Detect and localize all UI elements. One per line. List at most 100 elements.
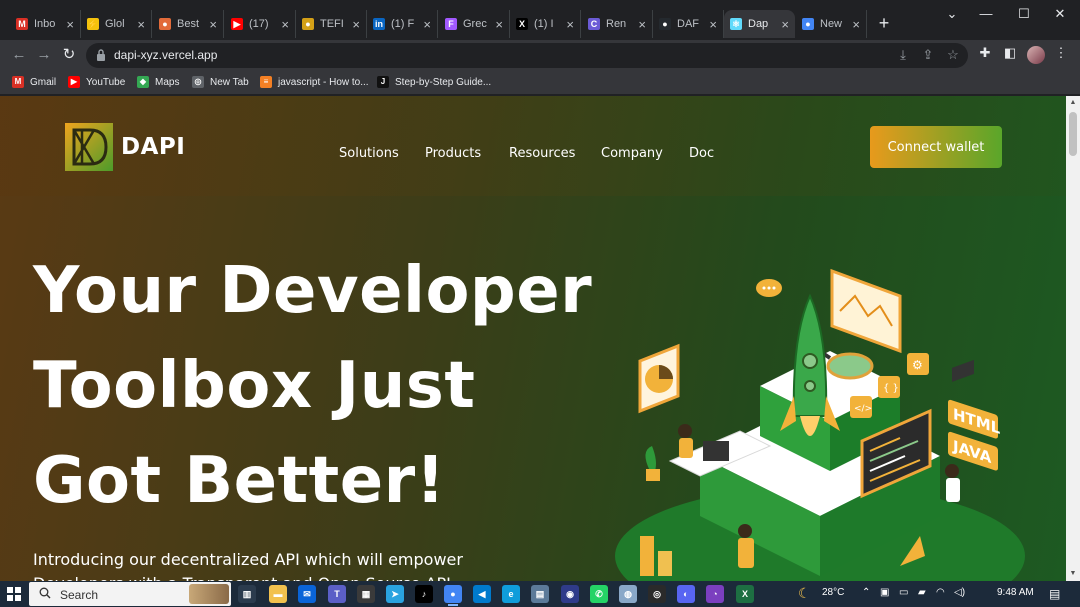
close-tab-icon[interactable]: ×	[281, 17, 289, 32]
brand-name[interactable]: DAPI	[121, 134, 185, 160]
stackoverflow-icon: ≡	[260, 76, 272, 88]
scroll-down-icon[interactable]: ▼	[1069, 570, 1077, 578]
tab-search-icon[interactable]: ⌄	[942, 6, 962, 22]
close-tab-icon[interactable]: ×	[495, 17, 503, 32]
address-bar[interactable]: dapi-xyz.vercel.app	[86, 43, 968, 68]
tab-title: Inbo	[34, 18, 56, 30]
tab-title: (1) F	[391, 18, 415, 30]
telegram-icon[interactable]: ➤	[386, 585, 404, 603]
menu-kebab-icon[interactable]: ⋮	[1052, 45, 1070, 61]
bookmark-item[interactable]: ≡ javascript - How to...	[260, 76, 369, 88]
gmail-icon: M	[12, 76, 24, 88]
new-tab-button[interactable]: +	[874, 14, 894, 34]
clock-time[interactable]: 9:48 AM	[997, 587, 1034, 598]
task-view-icon[interactable]: ▥	[238, 585, 256, 603]
edge-icon[interactable]: e	[502, 585, 520, 603]
close-tab-icon[interactable]: ×	[352, 17, 360, 32]
nav-company[interactable]: Company	[601, 146, 663, 161]
file-explorer-icon[interactable]: ▬	[269, 585, 287, 603]
close-tab-icon[interactable]: ×	[638, 17, 646, 32]
profile-avatar[interactable]	[1027, 46, 1045, 64]
extensions-icon[interactable]: ✚	[976, 45, 994, 61]
minimize-button[interactable]: —	[976, 6, 996, 21]
vertical-scrollbar[interactable]: ▲ ▼	[1066, 96, 1080, 581]
browser-tab[interactable]: ▶ (17) ×	[225, 10, 296, 38]
windows-start-icon[interactable]	[7, 587, 21, 601]
tray-flag-icon[interactable]: ▰	[918, 587, 926, 598]
windows-taskbar: Search ☾ 28°C ⌃ ▣ ▭ ▰ ◠ ◁) 9:48 AM ▤ ▥ ▬ ✉…	[0, 581, 1080, 607]
close-tab-icon[interactable]: ×	[781, 17, 789, 32]
whatsapp-icon[interactable]: ✆	[590, 585, 608, 603]
browser-tab[interactable]: C Ren ×	[582, 10, 653, 38]
tab-title: (1) I	[534, 18, 554, 30]
bookmark-label: Step-by-Step Guide...	[395, 76, 492, 88]
share-icon[interactable]: ⇪	[920, 47, 936, 63]
maximize-button[interactable]: ☐	[1014, 6, 1034, 22]
bookmark-item[interactable]: ▶ YouTube	[68, 76, 125, 88]
excel-icon[interactable]: X	[736, 585, 754, 603]
close-tab-icon[interactable]: ×	[423, 17, 431, 32]
obs-icon[interactable]: ◎	[648, 585, 666, 603]
close-tab-icon[interactable]: ×	[209, 17, 217, 32]
chrome-icon[interactable]: ●	[444, 585, 462, 606]
discord-icon[interactable]: ◐	[677, 585, 695, 603]
github-desktop-icon[interactable]: ◔	[706, 585, 724, 603]
nav-products[interactable]: Products	[425, 146, 481, 161]
weather-moon-icon[interactable]: ☾	[798, 585, 811, 602]
browser-tab[interactable]: ● New ×	[796, 10, 867, 38]
browser-tab[interactable]: X (1) I ×	[510, 10, 581, 38]
nav-solutions[interactable]: Solutions	[339, 146, 399, 161]
browser-tab[interactable]: M Inbo ×	[10, 10, 81, 38]
close-tab-icon[interactable]: ×	[137, 17, 145, 32]
scrollbar-thumb[interactable]	[1069, 112, 1077, 156]
close-tab-icon[interactable]: ×	[66, 17, 74, 32]
hero-title-line-1: Your Developer	[33, 254, 593, 328]
taskbar-search[interactable]: Search	[29, 582, 231, 606]
bookmark-item[interactable]: ◎ New Tab	[192, 76, 249, 88]
react-icon: ⚛	[730, 18, 742, 30]
store-icon[interactable]: ▦	[357, 585, 375, 603]
notepad-icon[interactable]: ▤	[531, 585, 549, 603]
browser-tab[interactable]: ⚛ Dap ×	[724, 10, 795, 38]
bookmark-label: Gmail	[30, 76, 57, 88]
browser-tab[interactable]: ● Best ×	[153, 10, 224, 38]
close-tab-icon[interactable]: ×	[566, 17, 574, 32]
bookmark-item[interactable]: J Step-by-Step Guide...	[377, 76, 491, 88]
tray-app-icon[interactable]: ▣	[880, 587, 889, 598]
vscode-icon[interactable]: ◀	[473, 585, 491, 603]
reload-button[interactable]: ↻	[60, 46, 78, 64]
bookmark-star-icon[interactable]: ☆	[945, 47, 961, 63]
nav-doc[interactable]: Doc	[689, 146, 714, 161]
close-tab-icon[interactable]: ×	[852, 17, 860, 32]
forward-button[interactable]: →	[35, 46, 53, 64]
tray-chevron-icon[interactable]: ⌃	[862, 587, 870, 598]
battery-icon[interactable]: ▭	[899, 587, 908, 598]
notifications-icon[interactable]: ▤	[1049, 587, 1060, 601]
dapi-logo-icon[interactable]	[64, 122, 114, 172]
bookmark-item[interactable]: ◆ Maps	[137, 76, 179, 88]
browser-tab[interactable]: ● TEFI ×	[296, 10, 367, 38]
side-panel-icon[interactable]: ◧	[1001, 45, 1019, 61]
mail-icon[interactable]: ✉	[298, 585, 316, 603]
browser-tab[interactable]: F Grec ×	[439, 10, 510, 38]
maps-icon: ◆	[137, 76, 149, 88]
close-tab-icon[interactable]: ×	[709, 17, 717, 32]
close-window-button[interactable]: ✕	[1050, 6, 1070, 22]
teams-icon[interactable]: T	[328, 585, 346, 603]
weather-temp[interactable]: 28°C	[822, 587, 844, 598]
wifi-icon[interactable]: ◠	[936, 587, 945, 598]
app-icon[interactable]: ◉	[561, 585, 579, 603]
bookmark-item[interactable]: M Gmail	[12, 76, 56, 88]
browser-tab[interactable]: ● DAF ×	[653, 10, 724, 38]
photos-icon[interactable]: ◍	[619, 585, 637, 603]
linkedin-icon: in	[373, 18, 385, 30]
tiktok-icon[interactable]: ♪	[415, 585, 433, 603]
back-button[interactable]: ←	[10, 46, 28, 64]
volume-icon[interactable]: ◁)	[954, 587, 965, 598]
scroll-up-icon[interactable]: ▲	[1069, 99, 1077, 107]
nav-resources[interactable]: Resources	[509, 146, 575, 161]
browser-tab[interactable]: in (1) F ×	[367, 10, 438, 38]
connect-wallet-button[interactable]: Connect wallet	[870, 126, 1002, 168]
install-app-icon[interactable]: ⤓	[895, 47, 911, 63]
browser-tab[interactable]: ⚡ Glol ×	[81, 10, 152, 38]
